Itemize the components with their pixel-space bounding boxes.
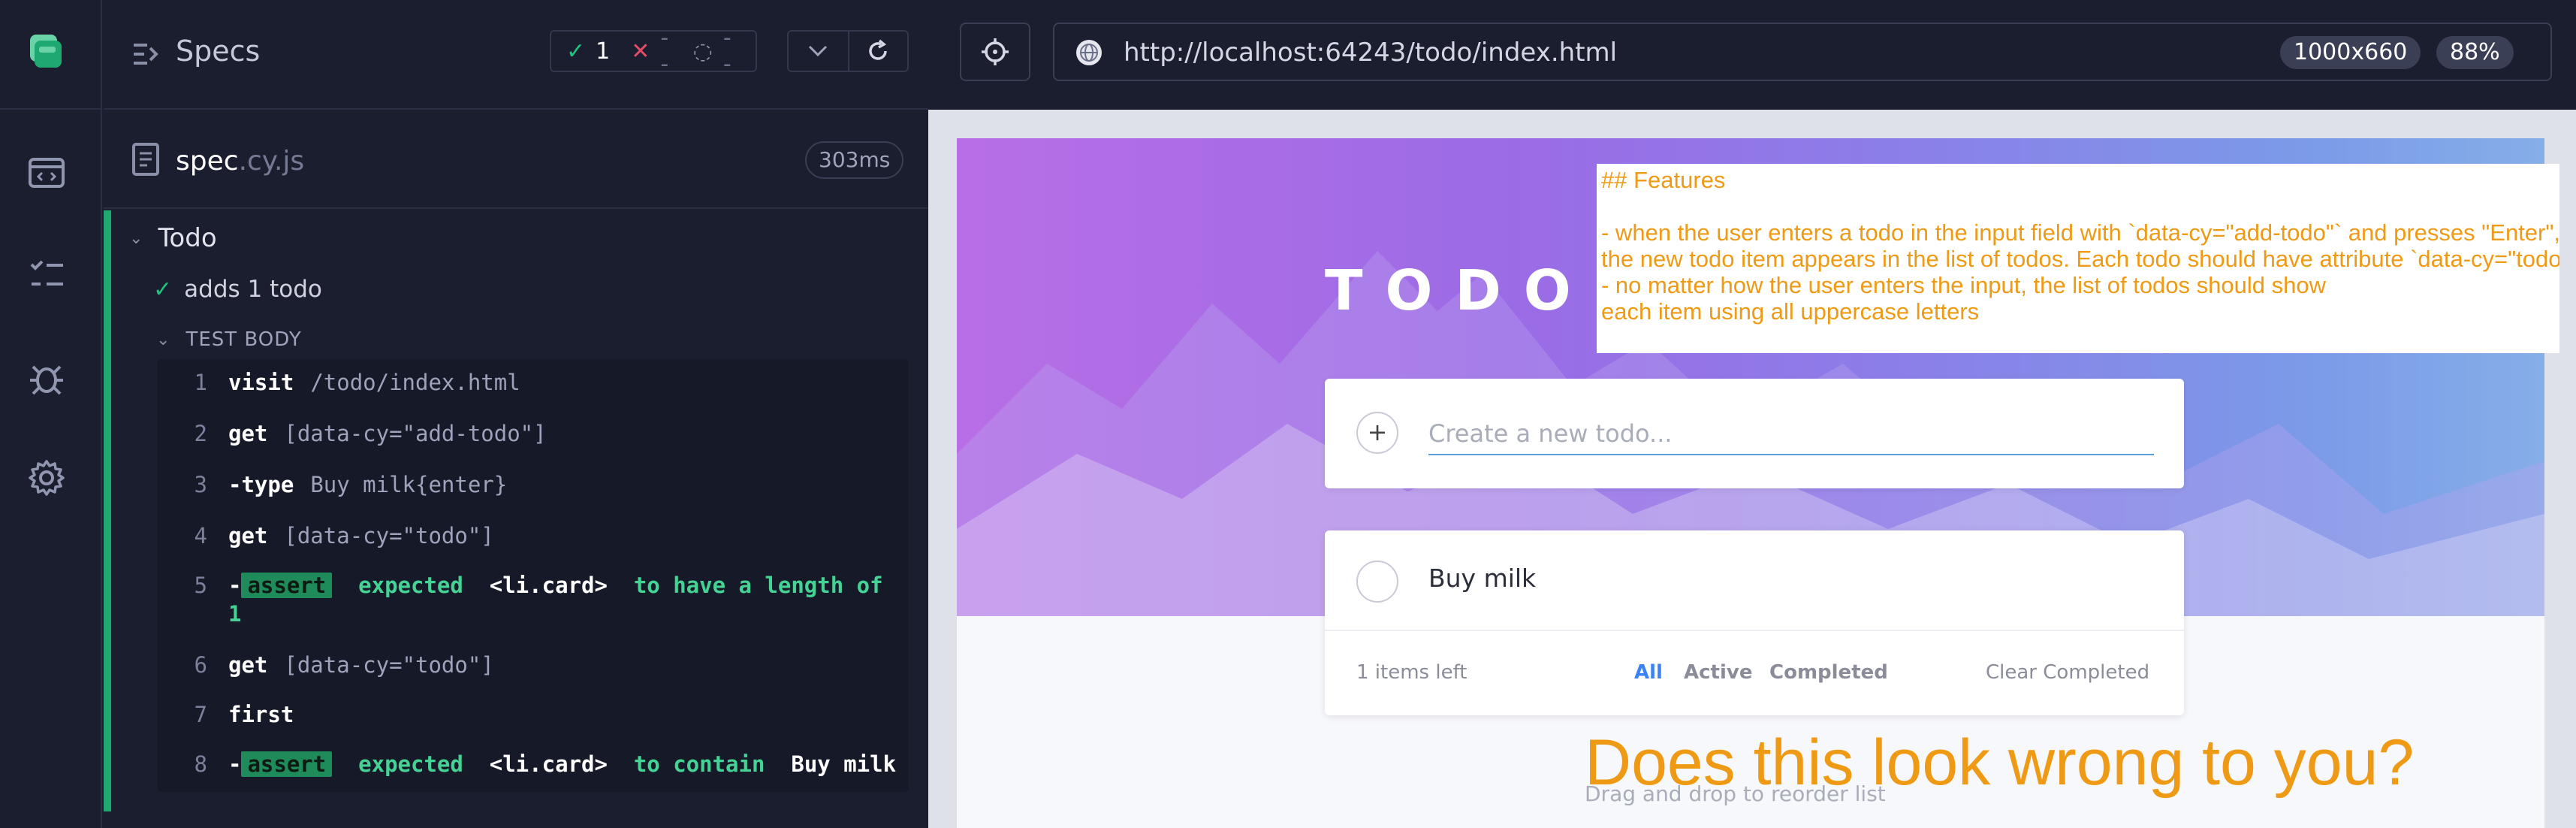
runs-icon[interactable] (26, 254, 68, 296)
selector-playground-button[interactable] (960, 23, 1030, 81)
filter-completed[interactable]: Completed (1769, 661, 1888, 684)
app-title: TODO (1325, 258, 1594, 323)
filter-active[interactable]: Active (1684, 661, 1752, 684)
url-text[interactable]: http://localhost:64243/todo/index.html (1124, 38, 1617, 68)
test-suite: ⌄ Todo ✓ adds 1 todo ⌄ TEST BODY 1 visit… (104, 210, 928, 811)
chevron-down-icon: ⌄ (129, 228, 143, 248)
todo-label: Buy milk (1428, 564, 1537, 593)
chevron-down-icon (809, 45, 828, 57)
x-icon: ✕ (631, 38, 650, 65)
reporter-panel: Specs ✓ 1 ✕ -- ◌ -- spec.cy.js 303ms ⌄ T… (104, 0, 928, 828)
overlay-question: Does this look wrong to you? (1585, 727, 2415, 799)
globe-icon (1074, 38, 1104, 68)
test-body-header[interactable]: ⌄ TEST BODY (156, 323, 302, 356)
items-left-count: 1 items left (1356, 661, 1467, 684)
check-icon: ✓ (566, 38, 586, 65)
todo-list-card: Buy milk 1 items left All Active Complet… (1325, 530, 2184, 715)
suite-title[interactable]: ⌄ Todo (129, 219, 217, 257)
todo-item: Buy milk (1325, 530, 2184, 631)
pending-stat: ◌ -- (692, 25, 731, 77)
zoom-badge[interactable]: 88% (2436, 36, 2514, 69)
todo-footer: 1 items left All Active Completed Clear … (1325, 633, 2184, 715)
clear-completed-button[interactable]: Clear Completed (1986, 661, 2149, 684)
test-stats: ✓ 1 ✕ -- ◌ -- (550, 25, 757, 77)
filter-all[interactable]: All (1634, 661, 1663, 684)
test-title[interactable]: ✓ adds 1 todo (153, 270, 322, 308)
specs-list-icon[interactable] (26, 152, 68, 194)
spec-file-name[interactable]: spec.cy.js (176, 146, 304, 177)
spec-duration: 303ms (805, 141, 904, 179)
command-log: 1 visit/todo/index.html 2 get [data-cy="a… (158, 359, 909, 792)
browser-toolbar: http://localhost:64243/todo/index.html 1… (928, 0, 2576, 110)
reporter-header: Specs ✓ 1 ✕ -- ◌ -- (104, 0, 928, 110)
check-icon: ✓ (153, 276, 173, 303)
settings-gear-icon[interactable] (26, 457, 68, 499)
spec-file-row: spec.cy.js 303ms (104, 111, 928, 209)
rerun-button[interactable] (847, 32, 907, 71)
specs-title[interactable]: Specs (176, 35, 260, 68)
icon-rail (0, 0, 102, 828)
crosshair-icon (982, 38, 1009, 65)
specs-toggle-icon[interactable] (131, 39, 161, 69)
passed-stat: ✓ 1 (566, 38, 611, 65)
debug-bug-icon[interactable] (26, 356, 68, 398)
failed-stat: ✕ -- (631, 25, 669, 77)
add-todo-input[interactable] (1428, 413, 2154, 455)
refresh-icon (869, 39, 888, 60)
cypress-logo-icon[interactable] (24, 30, 66, 72)
feature-notes: ## Features - when the user enters a tod… (1597, 164, 2559, 353)
todo-checkbox[interactable] (1356, 561, 1398, 603)
spinner-icon: ◌ (692, 38, 713, 65)
collapse-button[interactable] (789, 32, 848, 71)
file-icon (131, 141, 161, 177)
plus-icon: + (1356, 412, 1398, 454)
reporter-controls (787, 30, 909, 72)
chevron-down-icon: ⌄ (156, 330, 171, 349)
new-todo-card: + (1325, 379, 2184, 488)
url-bar[interactable]: http://localhost:64243/todo/index.html 1… (1053, 23, 2552, 81)
viewport-size-badge[interactable]: 1000x660 (2280, 36, 2421, 69)
